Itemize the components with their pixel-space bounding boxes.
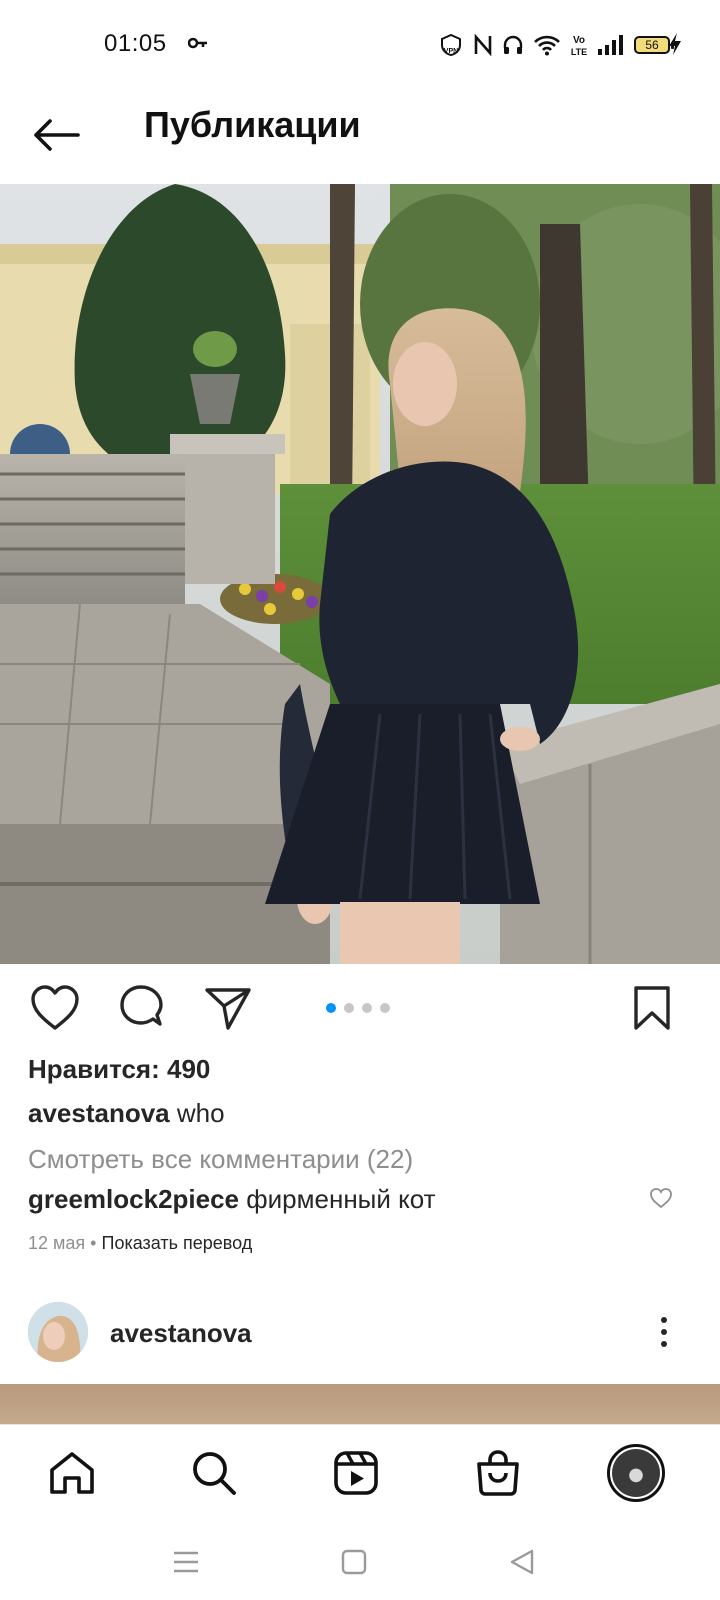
- bottom-navigation: [0, 1424, 720, 1520]
- avatar[interactable]: [28, 1302, 88, 1362]
- nav-profile-button[interactable]: [604, 1441, 668, 1505]
- nav-reels-button[interactable]: [324, 1441, 388, 1505]
- post-actions: [0, 980, 720, 1040]
- nav-search-button[interactable]: [182, 1441, 246, 1505]
- caption-text: who: [176, 1098, 225, 1128]
- headset-icon: [503, 35, 523, 54]
- recent-apps-button[interactable]: [166, 1542, 206, 1582]
- nav-shop-button[interactable]: [466, 1441, 530, 1505]
- arrow-left-icon: [34, 119, 80, 151]
- nfc-icon: [474, 34, 492, 56]
- page-title: Публикации: [144, 104, 361, 145]
- system-back-button[interactable]: [502, 1542, 542, 1582]
- comment-item: greemlock2piece фирменный кот: [28, 1184, 436, 1215]
- meta-separator: •: [90, 1233, 97, 1253]
- system-home-button[interactable]: [334, 1542, 374, 1582]
- battery-icon: 56: [634, 36, 674, 54]
- post-photo-image: [0, 184, 720, 964]
- like-button[interactable]: [27, 980, 83, 1036]
- heart-icon: [31, 985, 79, 1030]
- carousel-dot: [362, 1003, 372, 1013]
- back-button[interactable]: [28, 110, 84, 160]
- wifi-icon: [534, 35, 560, 56]
- reels-icon: [334, 1451, 378, 1495]
- charging-icon: [669, 33, 681, 55]
- back-triangle-icon: [510, 1549, 534, 1575]
- post-photo[interactable]: [0, 184, 720, 964]
- svg-text:Vo: Vo: [573, 35, 585, 46]
- save-button[interactable]: [624, 980, 680, 1036]
- likes-count[interactable]: Нравится: 490: [28, 1054, 210, 1085]
- post-caption: avestanova who: [28, 1098, 225, 1129]
- system-navigation-bar: [0, 1520, 720, 1600]
- search-icon: [193, 1452, 236, 1495]
- key-icon: [188, 37, 207, 49]
- post-date: 12 мая: [28, 1233, 86, 1253]
- nav-home-button[interactable]: [40, 1441, 104, 1505]
- send-icon: [205, 988, 251, 1030]
- view-all-comments-link[interactable]: Смотреть все комментарии (22): [28, 1144, 413, 1175]
- comment-like-button[interactable]: [646, 1183, 676, 1213]
- caption-username[interactable]: avestanova: [28, 1098, 170, 1128]
- next-post-header: avestanova: [0, 1302, 720, 1366]
- avatar-image: [28, 1302, 88, 1362]
- carousel-indicator: [326, 1003, 390, 1013]
- signal-icon: [598, 35, 623, 55]
- bookmark-icon: [634, 986, 670, 1030]
- home-square-icon: [341, 1549, 367, 1575]
- more-dot: [661, 1317, 667, 1323]
- show-translation-link[interactable]: Показать перевод: [102, 1233, 253, 1253]
- comment-icon: [120, 985, 163, 1026]
- carousel-dot: [326, 1003, 336, 1013]
- carousel-dot: [344, 1003, 354, 1013]
- share-button[interactable]: [200, 980, 256, 1036]
- volte-icon: Vo LTE: [571, 35, 587, 57]
- svg-text:VPN: VPN: [444, 48, 458, 55]
- clock: 01:05: [104, 30, 167, 57]
- profile-avatar: [607, 1444, 665, 1502]
- next-post-username[interactable]: avestanova: [110, 1318, 252, 1349]
- comment-button[interactable]: [114, 980, 170, 1036]
- comment-username[interactable]: greemlock2piece: [28, 1184, 239, 1214]
- more-dot: [661, 1329, 667, 1335]
- status-bar: 01:05 VPN Vo LTE 56: [0, 0, 720, 90]
- menu-icon: [174, 1551, 198, 1573]
- carousel-dot: [380, 1003, 390, 1013]
- more-options-button[interactable]: [652, 1308, 676, 1356]
- post-meta: 12 мая • Показать перевод: [28, 1233, 252, 1254]
- next-post-photo[interactable]: [0, 1384, 720, 1424]
- home-icon: [50, 1452, 94, 1494]
- more-dot: [661, 1341, 667, 1347]
- heart-small-icon: [650, 1188, 672, 1209]
- comment-text: фирменный кот: [246, 1184, 436, 1214]
- shop-icon: [477, 1450, 519, 1496]
- vpn-icon: VPN: [441, 33, 461, 57]
- svg-text:LTE: LTE: [571, 47, 587, 57]
